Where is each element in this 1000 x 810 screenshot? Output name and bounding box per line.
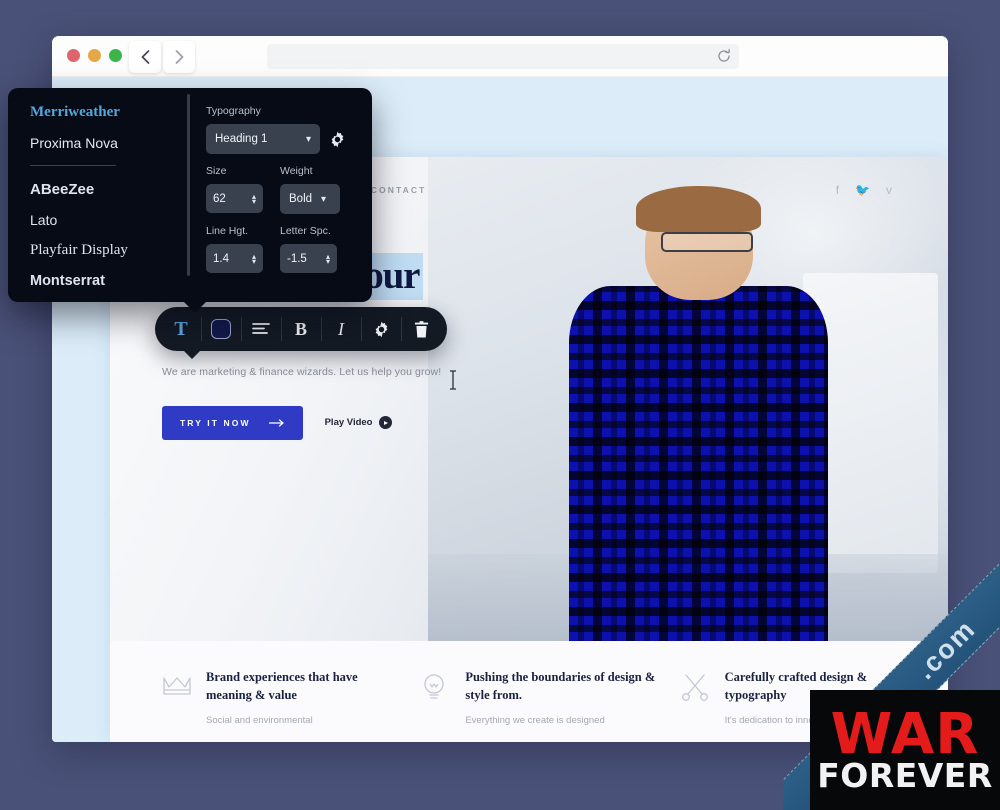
font-list[interactable]: Merriweather Proxima Nova ABeeZee Lato P… <box>8 88 196 302</box>
play-circle-icon <box>379 416 393 430</box>
try-it-now-label: TRY IT NOW <box>180 417 251 428</box>
size-stepper[interactable]: 62 ▴ ▾ <box>206 184 263 213</box>
size-label: Size <box>206 165 227 177</box>
heading-style-value: Heading 1 <box>215 133 268 145</box>
twitter-icon[interactable]: 🐦 <box>855 183 870 197</box>
stepper-arrows-icon[interactable]: ▴ ▾ <box>252 252 256 265</box>
size-field: Size 62 ▴ ▾ <box>206 165 266 214</box>
forward-button[interactable] <box>163 41 195 73</box>
lineheight-letterspacing-row: Line Hgt. 1.4 ▴ ▾ Letter Spc. -1.5 ▴ ▾ <box>206 225 356 273</box>
watermark-logo: WAR FOREVER <box>810 690 1000 810</box>
watermark-line1: WAR <box>830 702 980 768</box>
gear-icon <box>375 321 387 337</box>
text-ibeam-cursor <box>450 370 456 390</box>
align-button[interactable] <box>241 307 281 351</box>
weight-select[interactable]: Bold ▾ <box>280 184 340 214</box>
hero-cta-row: TRY IT NOW Play Video <box>162 405 948 440</box>
size-value: 62 <box>213 192 226 205</box>
watermark-line2: FOREVER <box>817 755 993 795</box>
style-select-row: Heading 1 ▾ <box>206 124 356 154</box>
social-links: f 🐦 v <box>836 183 892 197</box>
line-height-value: 1.4 <box>213 252 229 265</box>
feature-title: Pushing the boundaries of design & style… <box>465 670 656 702</box>
font-item-lato[interactable]: Lato <box>30 212 196 228</box>
weight-value: Bold <box>289 193 313 205</box>
align-left-icon <box>252 323 270 334</box>
feature-title: Brand experiences that have meaning & va… <box>206 670 358 702</box>
settings-button[interactable] <box>361 307 401 351</box>
nav-link-contact[interactable]: CONTACT <box>371 185 427 195</box>
gear-icon <box>331 131 344 147</box>
weight-field: Weight Bold ▾ <box>280 165 340 214</box>
trash-icon <box>414 320 428 337</box>
delete-button[interactable] <box>401 307 441 351</box>
chevron-right-icon <box>175 50 184 64</box>
size-weight-row: Size 62 ▴ ▾ Weight Bold ▾ <box>206 165 356 214</box>
italic-button[interactable]: I <box>321 307 361 351</box>
color-swatch-icon <box>211 319 231 339</box>
letter-spacing-field: Letter Spc. -1.5 ▴ ▾ <box>280 225 340 273</box>
browser-nav-buttons <box>129 41 195 73</box>
chevron-left-icon <box>140 50 149 64</box>
italic-label: I <box>338 318 344 339</box>
font-list-scrollbar[interactable] <box>187 94 190 276</box>
back-button[interactable] <box>129 41 161 73</box>
minimize-window-button[interactable] <box>88 49 101 62</box>
font-item-merriweather[interactable]: Merriweather <box>30 104 196 121</box>
play-video-button[interactable]: Play Video <box>324 416 393 430</box>
letter-spacing-stepper[interactable]: -1.5 ▴ ▾ <box>280 244 337 273</box>
chevron-down-icon: ▾ <box>305 133 311 145</box>
typography-panel: Merriweather Proxima Nova ABeeZee Lato P… <box>8 88 372 313</box>
window-traffic-lights <box>67 49 122 62</box>
feature-sub: Everything we create is designed <box>465 714 605 726</box>
text-tool-button[interactable]: T <box>161 307 201 351</box>
font-item-montserrat[interactable]: Montserrat <box>30 273 196 289</box>
reload-icon[interactable] <box>716 48 732 64</box>
text-editor-toolbar: T B I <box>155 307 447 359</box>
letter-spacing-value: -1.5 <box>287 252 307 265</box>
crown-icon <box>162 669 192 742</box>
bold-button[interactable]: B <box>281 307 321 351</box>
font-list-divider <box>30 165 116 166</box>
address-bar[interactable] <box>267 44 739 69</box>
typography-panel-pointer <box>184 302 206 313</box>
play-video-label: Play Video <box>324 417 373 429</box>
weight-label: Weight <box>280 165 313 177</box>
font-item-abeezee[interactable]: ABeeZee <box>30 181 196 198</box>
browser-chrome-bar <box>52 36 948 77</box>
line-height-label: Line Hgt. <box>206 225 249 237</box>
typography-section-label: Typography <box>206 105 261 117</box>
feature-item: Brand experiences that have meaning & va… <box>140 669 399 742</box>
line-height-stepper[interactable]: 1.4 ▴ ▾ <box>206 244 263 273</box>
typography-settings-button[interactable] <box>329 131 346 148</box>
feature-sub: Social and environmental <box>206 714 313 726</box>
maximize-window-button[interactable] <box>109 49 122 62</box>
text-tool-label: T <box>174 317 188 340</box>
arrow-right-icon <box>268 419 284 427</box>
typography-controls: Typography Heading 1 ▾ Size 62 ▴ ▾ Weigh… <box>196 88 372 302</box>
letter-spacing-label: Letter Spc. <box>280 225 331 237</box>
chevron-down-icon: ▾ <box>321 193 327 205</box>
lightbulb-icon <box>421 669 451 742</box>
font-item-playfair-display[interactable]: Playfair Display <box>30 242 196 259</box>
scissors-icon <box>681 669 711 742</box>
heading-style-select[interactable]: Heading 1 ▾ <box>206 124 320 154</box>
line-height-field: Line Hgt. 1.4 ▴ ▾ <box>206 225 266 273</box>
vimeo-icon[interactable]: v <box>886 183 892 197</box>
color-swatch-button[interactable] <box>201 307 241 351</box>
bold-label: B <box>294 318 307 339</box>
close-window-button[interactable] <box>67 49 80 62</box>
try-it-now-button[interactable]: TRY IT NOW <box>162 405 303 440</box>
feature-item: Pushing the boundaries of design & style… <box>399 669 658 742</box>
hero-subhead[interactable]: We are marketing & finance wizards. Let … <box>162 366 948 378</box>
toolbar-pointer <box>183 350 201 359</box>
font-item-proxima-nova[interactable]: Proxima Nova <box>30 135 196 151</box>
stepper-arrows-icon[interactable]: ▴ ▾ <box>252 192 256 205</box>
stepper-arrows-icon[interactable]: ▴ ▾ <box>326 252 330 265</box>
facebook-icon[interactable]: f <box>836 183 839 197</box>
